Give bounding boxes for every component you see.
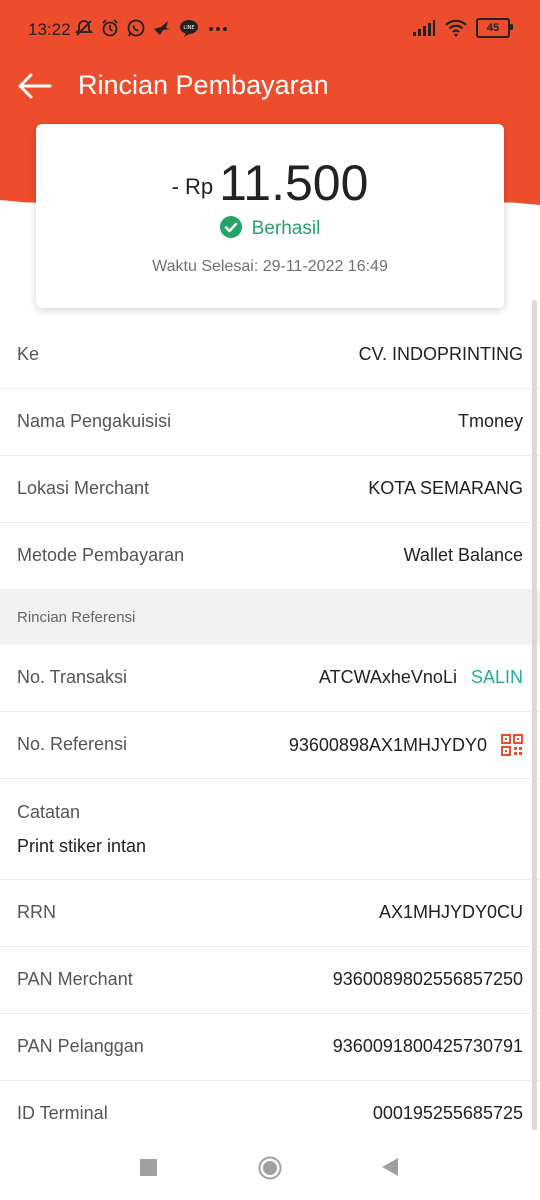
- back-arrow-icon[interactable]: [16, 72, 52, 100]
- reference-value: 93600898AX1MHJYDY0: [288, 734, 487, 755]
- reference-label: No. Referensi: [17, 734, 128, 754]
- alarm-icon: [102, 19, 118, 37]
- detail-row-location: Lokasi Merchant KOTA SEMARANG: [0, 456, 540, 523]
- status-badge: Berhasil: [36, 216, 504, 240]
- battery-level: 45: [486, 22, 500, 34]
- payment-summary-card: - Rp 11.500 Berhasil Waktu Selesai: 29-11…: [36, 124, 504, 308]
- recipient-label: Ke: [17, 344, 40, 364]
- pan-customer-label: PAN Pelanggan: [17, 1036, 144, 1056]
- detail-row-acquirer: Nama Pengakuisisi Tmoney: [0, 389, 540, 456]
- bird-icon: [154, 21, 170, 35]
- amount: - Rp 11.500: [36, 154, 504, 212]
- more-icon: [209, 27, 227, 31]
- svg-text:LINE: LINE: [183, 25, 194, 31]
- transaction-value: ATCWAxheVnoLi: [318, 667, 457, 687]
- home-button[interactable]: [258, 1156, 282, 1180]
- detail-row-pan-customer: PAN Pelanggan 9360091800425730791: [0, 1014, 540, 1081]
- status-time: 13:22: [28, 20, 71, 39]
- terminal-value: 000195255685725: [372, 1103, 523, 1123]
- transaction-group: ATCWAxheVnoLi SALIN: [319, 667, 523, 688]
- terminal-label: ID Terminal: [17, 1103, 108, 1123]
- chat-icon: LINE: [180, 20, 198, 37]
- notification-icons: LINE: [74, 18, 230, 38]
- page-title: Rincian Pembayaran: [78, 70, 329, 100]
- note-value: Print stiker intan: [17, 836, 147, 856]
- detail-row-recipient: Ke CV. INDOPRINTING: [0, 322, 540, 389]
- amount-prefix: - Rp: [171, 174, 214, 199]
- location-value: KOTA SEMARANG: [368, 478, 523, 498]
- qr-code-icon[interactable]: [501, 734, 523, 756]
- recents-button[interactable]: [140, 1159, 157, 1176]
- rrn-value: AX1MHJYDY0CU: [378, 902, 523, 922]
- recipient-value: CV. INDOPRINTING: [358, 344, 523, 364]
- signal-icon: [413, 20, 435, 36]
- detail-row-pan-merchant: PAN Merchant 9360089802556857250: [0, 947, 540, 1014]
- detail-row-transaction: No. Transaksi ATCWAxheVnoLi SALIN: [0, 645, 540, 712]
- scrollbar[interactable]: [532, 300, 537, 1130]
- wifi-icon: [445, 19, 467, 37]
- whatsapp-icon: [127, 19, 145, 37]
- pan-customer-value: 9360091800425730791: [332, 1036, 523, 1056]
- pan-merchant-label: PAN Merchant: [17, 969, 133, 989]
- pan-merchant-value: 9360089802556857250: [332, 969, 523, 989]
- method-label: Metode Pembayaran: [17, 545, 185, 565]
- system-nav-bar: [0, 1136, 540, 1200]
- rrn-label: RRN: [17, 902, 56, 922]
- method-value: Wallet Balance: [403, 545, 523, 565]
- acquirer-label: Nama Pengakuisisi: [17, 411, 172, 431]
- status-text: Berhasil: [251, 218, 321, 239]
- detail-row-reference: No. Referensi 93600898AX1MHJYDY0: [0, 712, 540, 779]
- note-label: Catatan: [17, 802, 81, 822]
- detail-list: Ke CV. INDOPRINTING Nama Pengakuisisi Tm…: [0, 322, 540, 1148]
- mute-icon: [74, 20, 94, 36]
- copy-button[interactable]: SALIN: [471, 667, 523, 688]
- detail-row-note: Catatan Print stiker intan: [0, 779, 540, 880]
- check-circle-icon: [219, 216, 242, 238]
- detail-row-method: Metode Pembayaran Wallet Balance: [0, 523, 540, 589]
- amount-value: 11.500: [219, 155, 369, 211]
- location-label: Lokasi Merchant: [17, 478, 150, 498]
- reference-section-header: Rincian Referensi: [0, 589, 540, 645]
- detail-row-rrn: RRN AX1MHJYDY0CU: [0, 880, 540, 947]
- completed-time: Waktu Selesai: 29-11-2022 16:49: [152, 258, 388, 275]
- transaction-label: No. Transaksi: [17, 667, 128, 687]
- section-title: Rincian Referensi: [17, 609, 136, 626]
- app-bar: Rincian Pembayaran: [0, 60, 540, 112]
- acquirer-value: Tmoney: [457, 411, 523, 431]
- system-back-button[interactable]: [380, 1156, 400, 1178]
- status-right: 45: [412, 18, 513, 38]
- battery-indicator: 45: [476, 18, 513, 38]
- reference-group: 93600898AX1MHJYDY0: [289, 734, 523, 756]
- status-bar: 13:22 LINE 45: [0, 0, 540, 60]
